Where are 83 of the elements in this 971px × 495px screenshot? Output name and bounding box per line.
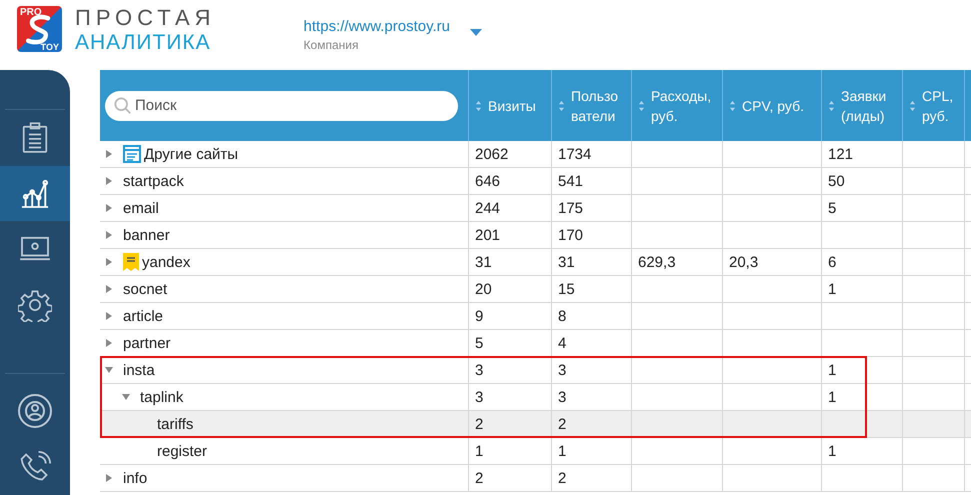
- phone-icon: [19, 451, 51, 484]
- dropdown-caret-icon[interactable]: [470, 29, 482, 36]
- expand-arrow-icon[interactable]: [106, 231, 112, 239]
- expand-arrow-icon[interactable]: [106, 258, 112, 266]
- sort-icon: [558, 100, 565, 112]
- table-cell: 1: [828, 442, 836, 460]
- table-cell: 3: [558, 388, 566, 406]
- table-cell: 629,3: [638, 254, 676, 270]
- table-cell: 1: [828, 280, 836, 298]
- expand-arrow-icon[interactable]: [106, 339, 112, 347]
- ad-tag-icon: [123, 253, 139, 271]
- row-name[interactable]: register: [157, 442, 208, 460]
- site-subtitle: Компания: [304, 38, 360, 52]
- clipboard-icon: [22, 122, 48, 154]
- row-name[interactable]: yandex: [142, 254, 190, 270]
- settings-icon: [18, 288, 52, 322]
- table-cell: 1: [828, 362, 836, 378]
- row-name[interactable]: insta: [123, 362, 155, 378]
- expand-arrow-icon[interactable]: [106, 312, 112, 320]
- table-cell: 244: [475, 200, 500, 216]
- table-cell: 541: [558, 172, 584, 190]
- row-name[interactable]: email: [123, 200, 159, 216]
- collapse-arrow-icon[interactable]: [122, 394, 130, 400]
- table-cell: 1: [828, 388, 836, 406]
- table-cell: 5: [475, 334, 484, 352]
- table-cell: 170: [558, 226, 584, 244]
- sort-icon: [475, 100, 482, 112]
- row-name[interactable]: partner: [123, 334, 171, 352]
- sort-icon: [729, 100, 736, 112]
- nav-chart-button[interactable]: [0, 166, 70, 222]
- table-cell: 8: [558, 308, 566, 324]
- table-cell: 121: [828, 146, 854, 162]
- table-cell: 31: [475, 254, 492, 270]
- search-icon: [114, 96, 132, 114]
- table-cell: 31: [558, 254, 575, 270]
- table-cell: 50: [828, 172, 845, 190]
- sort-icon: [638, 100, 645, 112]
- table-cell: 2062: [475, 146, 508, 162]
- webpage-icon: [123, 145, 141, 163]
- logo-badge-text: TOY: [40, 42, 59, 52]
- sort-icon: [909, 100, 916, 112]
- table-cell: 6: [828, 254, 836, 270]
- row-name[interactable]: article: [123, 308, 164, 324]
- logo-text: АНАЛИТИКА: [75, 30, 212, 55]
- row-name[interactable]: socnet: [123, 280, 168, 298]
- expand-arrow-icon[interactable]: [106, 285, 112, 293]
- line-chart-icon: [21, 178, 49, 208]
- table-cell: 2: [475, 470, 484, 486]
- logo-badge-text: PRO: [20, 7, 42, 18]
- row-name[interactable]: info: [123, 470, 148, 486]
- row-name[interactable]: tariffs: [157, 416, 194, 432]
- table-cell: 20: [475, 280, 492, 298]
- table-cell: 3: [475, 388, 484, 406]
- table-cell: 2: [475, 416, 484, 432]
- table-cell: 3: [558, 362, 566, 378]
- row-name[interactable]: Другие сайты: [144, 146, 238, 162]
- table-cell: 1734: [558, 146, 592, 162]
- row-name[interactable]: banner: [123, 226, 170, 244]
- table-cell: 201: [475, 226, 500, 244]
- table-cell: 2: [558, 416, 566, 432]
- search-field[interactable]: Поиск: [105, 90, 458, 120]
- table-cell: 1: [558, 442, 566, 460]
- expand-arrow-icon[interactable]: [106, 177, 112, 185]
- table-cell: 5: [828, 200, 836, 216]
- table-cell: 9: [475, 308, 484, 324]
- user-circle-icon: [17, 393, 53, 430]
- logo-text: ПРОСТАЯ: [75, 5, 216, 30]
- table-cell: 15: [558, 280, 575, 298]
- table-cell: 2: [558, 470, 566, 486]
- expand-arrow-icon[interactable]: [106, 204, 112, 212]
- table-cell: 646: [475, 172, 500, 190]
- table-cell: 175: [558, 200, 584, 216]
- table-cell: 4: [558, 334, 566, 352]
- table-cell: 3: [475, 362, 484, 378]
- collapse-arrow-icon[interactable]: [105, 367, 113, 373]
- row-name[interactable]: startpack: [123, 172, 184, 190]
- sort-icon: [828, 100, 835, 112]
- expand-arrow-icon[interactable]: [106, 474, 112, 482]
- row-name[interactable]: taplink: [140, 388, 184, 406]
- table-cell: 1: [475, 442, 484, 460]
- table-cell: 20,3: [729, 254, 758, 270]
- site-link[interactable]: https://www.prostoy.ru: [304, 18, 450, 35]
- expand-arrow-icon[interactable]: [106, 150, 112, 158]
